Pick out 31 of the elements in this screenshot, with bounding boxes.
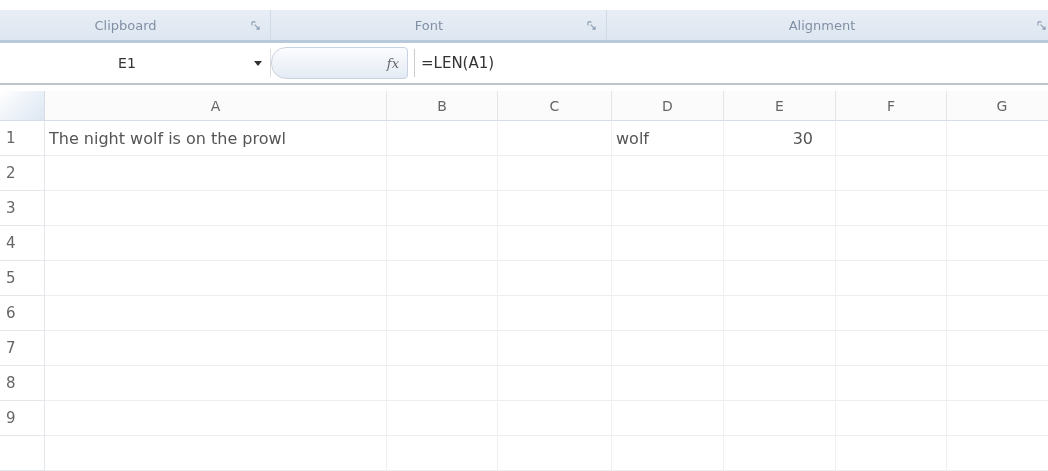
group-label: Clipboard [93,17,158,33]
name-box[interactable]: E1 [0,49,271,77]
row-header[interactable]: 7 [0,331,45,366]
row-header[interactable]: 1 [0,121,45,156]
row-header[interactable]: 6 [0,296,45,331]
insert-function-button[interactable]: fx [386,55,399,71]
column-header[interactable]: B [387,91,498,121]
dialog-launcher-icon[interactable] [1037,20,1046,30]
select-all-button[interactable] [0,91,45,121]
formula-field[interactable]: =LEN(A1) [414,49,1048,77]
table-cell: The night wolf is on the prowl [45,121,387,156]
column-header[interactable]: E [724,91,836,121]
row-header[interactable]: 4 [0,226,45,261]
row-header[interactable]: 8 [0,366,45,401]
column-header[interactable]: D [612,91,724,121]
row-header[interactable]: 5 [0,261,45,296]
row-header[interactable]: 2 [0,156,45,191]
column-header[interactable]: G [947,91,1048,121]
row-header[interactable]: 3 [0,191,45,226]
table-cell: wolf [612,121,724,156]
dialog-launcher-icon[interactable] [251,20,260,30]
row-header[interactable]: 9 [0,401,45,436]
column-header[interactable]: C [498,91,612,121]
column-header[interactable]: A [45,91,387,121]
column-header[interactable]: F [836,91,947,121]
group-label: Font [413,17,445,33]
dropdown-arrow-icon[interactable] [254,60,262,66]
table-cell: 30 [724,121,836,156]
dialog-launcher-icon[interactable] [587,20,596,30]
group-label: Alignment [787,17,857,33]
row-header[interactable] [0,436,45,471]
